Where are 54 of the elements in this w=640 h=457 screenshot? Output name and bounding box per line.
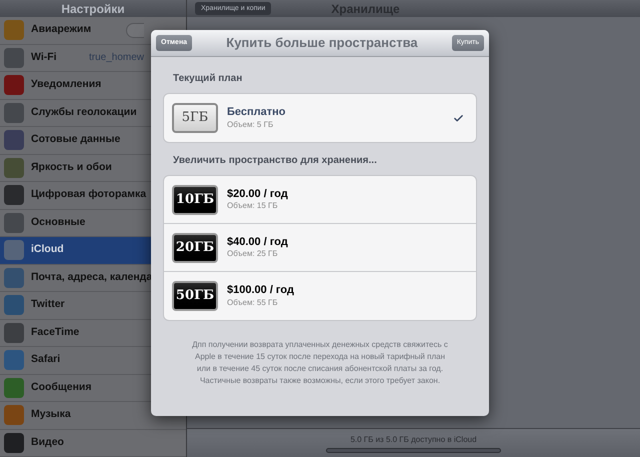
item-label: Safari (31, 352, 60, 368)
plan-subtitle: Объем: 25 ГБ (227, 249, 279, 260)
sidebar-item[interactable]: Музыка (0, 402, 148, 428)
item-label: Twitter (31, 297, 65, 312)
toggle-switch[interactable] (126, 22, 144, 38)
plan-title: $40.00 / год (227, 236, 289, 250)
plan-title: $100.00 / год (227, 284, 295, 298)
sidebar-item[interactable]: Видео (0, 430, 148, 456)
sidebar-item[interactable]: Safari (0, 347, 148, 374)
plan-title: Бесплатно (227, 106, 286, 120)
sidebar-item[interactable]: Яркость и обои (0, 154, 148, 181)
item-label: Wi-Fi (31, 50, 57, 65)
item-label: Видео (31, 434, 64, 450)
sidebar-item[interactable]: Сообщения (0, 374, 148, 401)
item-label: Музыка (31, 407, 71, 422)
plan-row[interactable]: 10ГБ $20.00 / год Объем: 15 ГБ (164, 176, 476, 224)
sidebar-title: Настройки (61, 1, 125, 17)
item-value: true_homew (88, 51, 144, 66)
item-label: Яркость и обои (31, 160, 112, 175)
section-heading: Увеличить пространство для хранения... (173, 154, 378, 168)
item-label: iCloud (31, 242, 64, 258)
plan-subtitle: Объем: 55 ГБ (227, 298, 279, 308)
refund-note: Дпп получении возврата уплаченных денежных средств свяжитесь с Apple в течение 15 суток после перехода на новый тарифный план или в течение 45 суток после списания абонентской платы за год. Частичные возвраты также возможны, если этого требует закон. (191, 339, 449, 387)
sidebar-item[interactable]: Twitter (0, 292, 148, 318)
item-label: Цифровая фоторамка (31, 187, 146, 202)
plan-badge: 50ГБ (172, 281, 218, 311)
storage-text: 5.0 ГБ из 5.0 ГБ доступно в iCloud (350, 434, 477, 446)
sidebar-item[interactable]: Авиарежим (0, 17, 148, 44)
plan-row[interactable]: 50ГБ $100.00 / год Объем: 55 ГБ (164, 272, 476, 320)
sidebar-item[interactable]: Сотовые данные (0, 127, 148, 154)
section-heading: Текущий план (173, 72, 244, 86)
sidebar-item[interactable]: FaceTime (0, 320, 148, 346)
sidebar-item[interactable]: Основные (0, 210, 148, 236)
plan-badge: 5ГБ (172, 103, 218, 133)
item-label: Основные (31, 214, 86, 230)
checkmark-icon (453, 112, 464, 124)
sidebar-item[interactable]: Wi-Fi true_homew (0, 44, 148, 71)
plan-row[interactable]: 5ГБ Бесплатно Объем: 5 ГБ (164, 94, 476, 142)
plan-row[interactable]: 20ГБ $40.00 / год Объем: 25 ГБ (164, 224, 476, 272)
item-label: FaceTime (31, 324, 80, 340)
sidebar-item[interactable]: Цифровая фоторамка (0, 182, 148, 208)
dialog-title: Купить больше пространства (226, 34, 418, 52)
plan-badge: 20ГБ (172, 232, 218, 262)
item-label: Авиарежим (31, 22, 92, 38)
item-label: Сообщения (31, 380, 92, 395)
plan-badge: 10ГБ (172, 184, 218, 214)
plan-title: $20.00 / год (227, 188, 289, 202)
plan-subtitle: Объем: 15 ГБ (227, 201, 279, 212)
item-label: Службы геолокации (31, 104, 137, 120)
item-label: Уведомления (31, 77, 102, 92)
item-label: Сотовые данные (31, 132, 120, 148)
sidebar-item[interactable]: Уведомления (0, 72, 148, 98)
sidebar-item[interactable]: Службы геолокации (0, 100, 148, 126)
plan-subtitle: Объем: 5 ГБ (227, 120, 274, 130)
